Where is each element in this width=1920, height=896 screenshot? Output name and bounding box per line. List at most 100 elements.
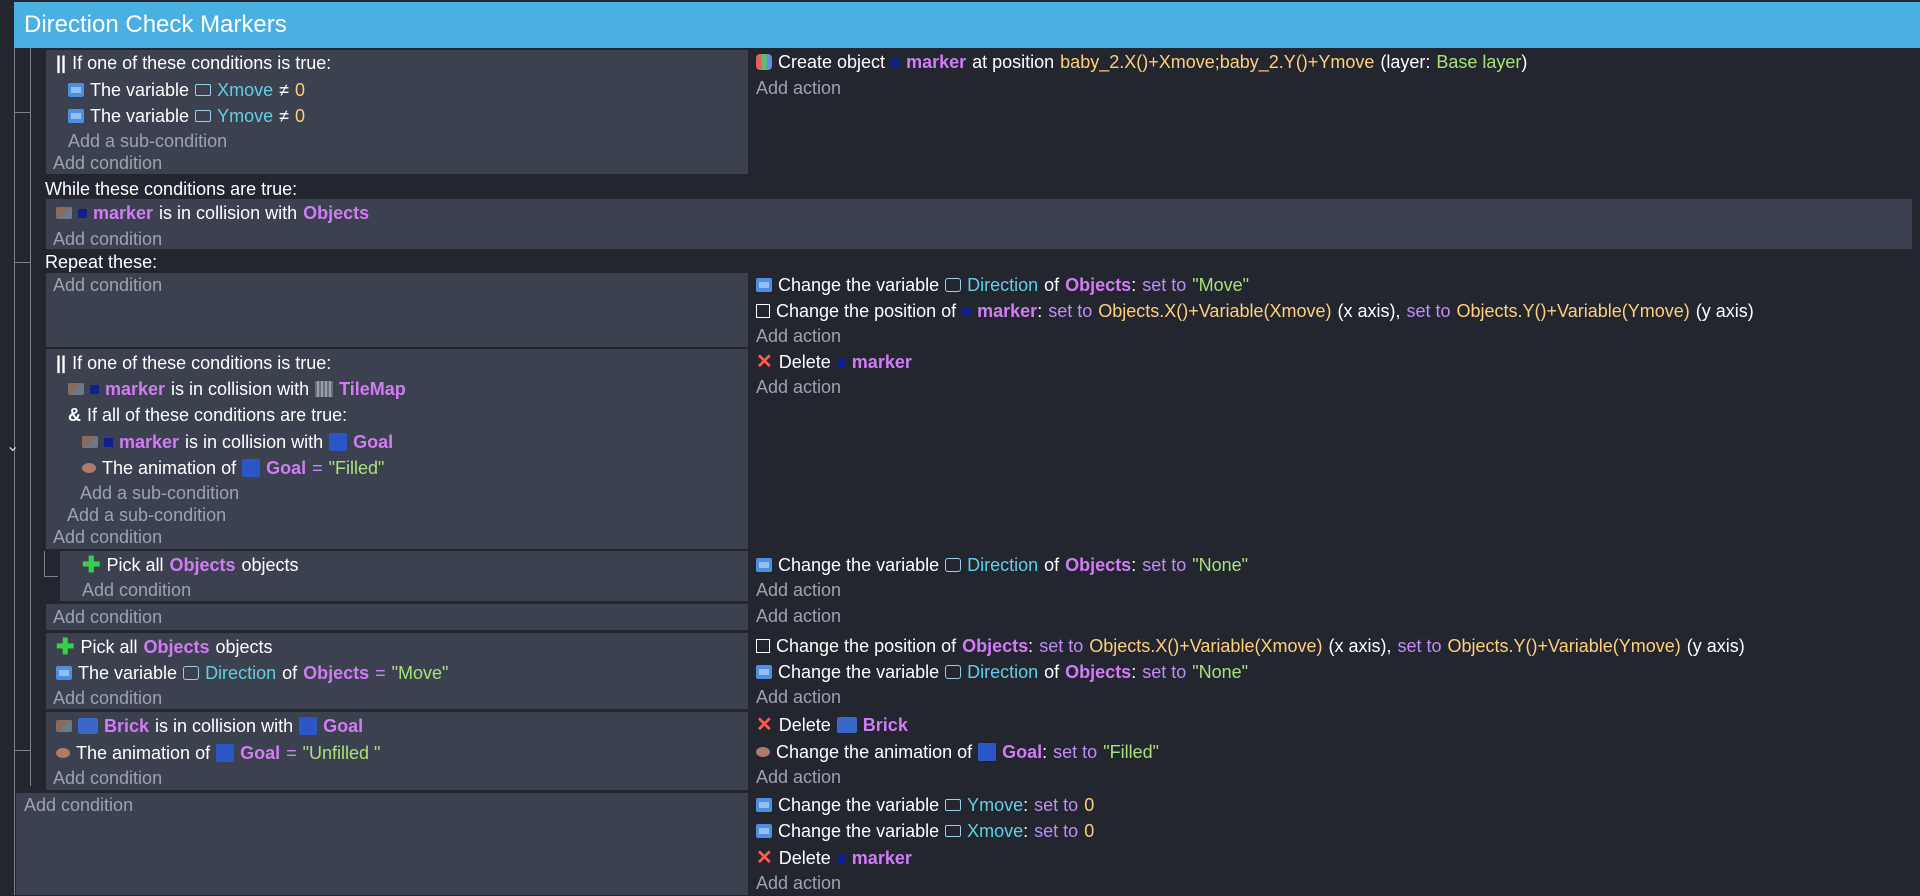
marker-object-icon bbox=[962, 306, 972, 316]
tree-line bbox=[14, 262, 30, 263]
brick-object-icon bbox=[836, 717, 857, 733]
action-row[interactable]: Change the variable Direction of Objects… bbox=[756, 659, 1248, 685]
action-row[interactable]: Change the variable Direction of Objects… bbox=[756, 552, 1248, 578]
action-row[interactable]: Change the variable Direction of Objects… bbox=[756, 272, 1249, 298]
add-action-link[interactable]: Add action bbox=[756, 684, 841, 710]
add-condition-link[interactable]: Add condition bbox=[53, 150, 162, 176]
add-action-link[interactable]: Add action bbox=[756, 374, 841, 400]
animation-icon bbox=[56, 748, 70, 758]
add-condition-link[interactable]: Add condition bbox=[53, 685, 162, 711]
delete-icon: ✕ bbox=[756, 714, 773, 736]
or-condition-header: || If one of these conditions is true: bbox=[56, 50, 331, 76]
colon: : bbox=[1023, 795, 1029, 815]
marker-object-icon bbox=[836, 357, 846, 367]
action-row[interactable]: Change the position of marker: set to Ob… bbox=[756, 298, 1754, 324]
condition-row[interactable]: marker is in collision with TileMap bbox=[68, 376, 406, 402]
marker-object-icon bbox=[78, 208, 87, 218]
position-icon bbox=[756, 304, 770, 318]
add-action-link[interactable]: Add action bbox=[756, 323, 841, 349]
delete-icon: ✕ bbox=[756, 351, 773, 373]
tilemap-icon bbox=[315, 381, 334, 397]
variable-icon bbox=[68, 109, 84, 123]
scene-variable-icon bbox=[945, 825, 962, 837]
action-row[interactable]: ✕ Delete marker bbox=[756, 349, 912, 375]
variable-icon bbox=[756, 278, 772, 292]
add-condition-link[interactable]: Add condition bbox=[53, 524, 162, 550]
variable-icon bbox=[756, 798, 772, 812]
add-condition-link[interactable]: Add condition bbox=[82, 577, 191, 603]
goal-object-icon bbox=[216, 744, 235, 762]
tree-line bbox=[30, 48, 31, 786]
or-condition-header: || If one of these conditions is true: bbox=[56, 350, 331, 376]
collision-icon bbox=[56, 207, 72, 219]
goal-object-icon bbox=[242, 459, 261, 477]
goal-object-icon bbox=[978, 743, 997, 761]
tree-line bbox=[14, 112, 30, 113]
condition-row[interactable]: The animation of Goal = "Unfilled " bbox=[56, 740, 380, 766]
animation-icon bbox=[756, 747, 770, 757]
action-row[interactable]: Change the animation of Goal: set to "Fi… bbox=[756, 739, 1159, 765]
colon: : bbox=[1131, 275, 1137, 295]
colon: : bbox=[1028, 636, 1034, 656]
scene-variable-icon bbox=[195, 110, 212, 122]
add-action-link[interactable]: Add action bbox=[756, 870, 841, 896]
condition-row[interactable]: marker is in collision with Goal bbox=[82, 429, 393, 455]
add-action-link[interactable]: Add action bbox=[756, 75, 841, 101]
marker-object-icon bbox=[104, 437, 113, 447]
and-condition-header: & If all of these conditions are true: bbox=[68, 402, 347, 428]
add-condition-link[interactable]: Add condition bbox=[53, 604, 162, 630]
variable-icon bbox=[756, 665, 772, 679]
add-condition-link[interactable]: Add condition bbox=[24, 792, 133, 818]
collision-icon bbox=[82, 436, 98, 448]
condition-row[interactable]: The variable Direction of Objects = "Mov… bbox=[56, 660, 448, 686]
add-action-link[interactable]: Add action bbox=[756, 577, 841, 603]
action-row[interactable]: ✕ Delete marker bbox=[756, 845, 912, 871]
condition-row[interactable]: The variable Xmove ≠ 0 bbox=[68, 77, 305, 103]
collision-icon bbox=[68, 383, 84, 395]
colon: : bbox=[1042, 742, 1048, 762]
group-title: Direction Check Markers bbox=[24, 11, 287, 38]
action-row[interactable]: Change the variable Ymove: set to 0 bbox=[756, 792, 1094, 818]
or-icon: || bbox=[56, 53, 67, 73]
object-variable-icon bbox=[945, 665, 962, 679]
action-row[interactable]: Change the position of Objects: set to O… bbox=[756, 633, 1745, 659]
condition-row[interactable]: ✚ Pick all Objects objects bbox=[82, 552, 299, 578]
add-action-link[interactable]: Add action bbox=[756, 603, 841, 629]
condition-row[interactable]: marker is in collision with Objects bbox=[56, 200, 369, 226]
goal-object-icon bbox=[329, 433, 348, 451]
pick-all-icon: ✚ bbox=[82, 552, 101, 577]
condition-row[interactable]: Brick is in collision with Goal bbox=[56, 713, 363, 739]
or-icon: || bbox=[56, 353, 67, 373]
tree-line bbox=[44, 551, 45, 576]
action-row[interactable]: Change the variable Xmove: set to 0 bbox=[756, 818, 1094, 844]
object-variable-icon bbox=[945, 278, 962, 292]
create-object-icon bbox=[756, 54, 772, 70]
event-group-header[interactable]: Direction Check Markers bbox=[14, 2, 1920, 48]
variable-icon bbox=[68, 83, 84, 97]
object-variable-icon bbox=[945, 558, 962, 572]
marker-object-icon bbox=[836, 853, 846, 863]
tree-line bbox=[14, 750, 30, 751]
tree-line bbox=[44, 576, 58, 577]
action-row[interactable]: ✕ Delete Brick bbox=[756, 712, 908, 738]
action-row[interactable]: Create object marker at position baby_2.… bbox=[756, 49, 1527, 75]
condition-row[interactable]: The animation of Goal = "Filled" bbox=[82, 455, 384, 481]
colon: : bbox=[1023, 821, 1029, 841]
variable-icon bbox=[756, 558, 772, 572]
colon: : bbox=[1131, 662, 1137, 682]
chevron-down-icon[interactable]: ⌄ bbox=[6, 436, 19, 456]
pick-all-icon: ✚ bbox=[56, 634, 75, 659]
colon: : bbox=[1131, 555, 1137, 575]
position-icon bbox=[756, 639, 770, 653]
variable-icon bbox=[56, 666, 72, 680]
marker-object-icon bbox=[891, 57, 901, 67]
collision-icon bbox=[56, 720, 72, 732]
condition-row[interactable]: The variable Ymove ≠ 0 bbox=[68, 103, 305, 129]
add-condition-link[interactable]: Add condition bbox=[53, 765, 162, 791]
object-variable-icon bbox=[183, 666, 200, 680]
add-condition-link[interactable]: Add condition bbox=[53, 272, 162, 298]
scene-variable-icon bbox=[945, 799, 962, 811]
condition-row[interactable]: ✚ Pick all Objects objects bbox=[56, 634, 273, 660]
brick-object-icon bbox=[78, 718, 98, 734]
add-action-link[interactable]: Add action bbox=[756, 764, 841, 790]
